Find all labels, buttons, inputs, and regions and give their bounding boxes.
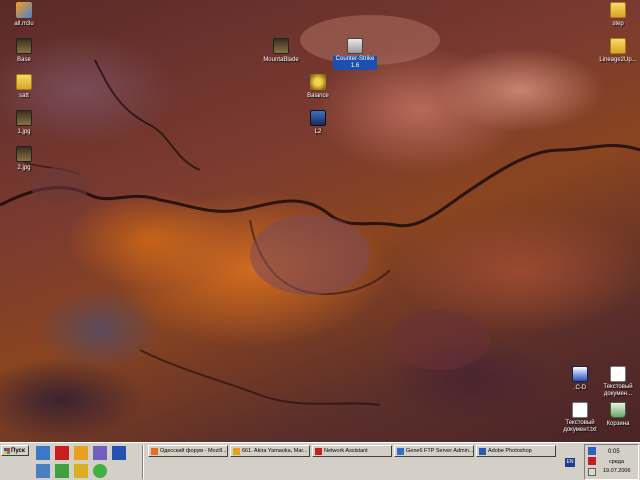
quick-launch-divider <box>142 445 144 479</box>
text-file-icon <box>572 402 588 418</box>
counter-strike-icon <box>347 38 363 54</box>
desktop-icon-label: Base <box>17 57 31 63</box>
image-icon <box>16 110 32 126</box>
desktop-icon-label: Counter-Strike 1.6 <box>333 56 377 70</box>
desktop-icon-balance[interactable]: Balance <box>294 74 342 100</box>
rust-cracks <box>0 15 640 406</box>
volume-tray-icon[interactable] <box>588 468 596 476</box>
desktop-wallpaper <box>0 0 640 442</box>
desktop-icon-label: Balance <box>307 93 329 99</box>
desktop-icon-2-jpg[interactable]: 2.jpg <box>0 146 48 172</box>
image-icon <box>16 146 32 162</box>
winamp-icon <box>233 447 240 455</box>
task-label: Adobe Photoshop <box>488 448 532 454</box>
task-button-gene6-ftp[interactable]: Gene6 FTP Server Admin... <box>394 445 474 457</box>
desktop-icon-all-m3u[interactable]: all.m3u <box>0 2 48 28</box>
desktop-icon-label: satt <box>19 93 29 99</box>
folder-icon <box>610 2 626 18</box>
desktop-icon-label: Lineage2Up... <box>599 57 637 63</box>
task-label: Network Assistant <box>324 448 368 454</box>
desktop-icon-label: all.m3u <box>14 21 34 27</box>
game-icon <box>273 38 289 54</box>
hand-icon[interactable] <box>55 464 69 478</box>
start-button[interactable]: Пуск <box>1 445 29 456</box>
desktop-icon-text-document-1[interactable]: Текстовый докумен... <box>594 366 640 398</box>
taskbar: Пуск Одесский форум - Mozill... 661. Aki… <box>0 442 640 480</box>
show-desktop-icon[interactable] <box>36 446 50 460</box>
desktop-icon-recycle-bin[interactable]: Корзина <box>594 402 640 428</box>
desktop-icon-label: 2.jpg <box>17 165 31 171</box>
task-button-winamp[interactable]: 661. Akira Yamaoka, Mar... <box>230 445 310 457</box>
shortcut-icon <box>572 366 588 382</box>
desktop-icon-label: Текстовый докумен... <box>603 384 633 397</box>
desktop-icon-label: MountaBlade <box>263 57 299 63</box>
network-tray-icon[interactable] <box>588 447 596 455</box>
clock-time[interactable]: 0:05 <box>608 449 620 455</box>
clock-day: среда <box>609 459 625 465</box>
users-icon[interactable] <box>74 464 88 478</box>
folder-icon <box>16 74 32 90</box>
desktop-icon-mountablade[interactable]: MountaBlade <box>257 38 305 64</box>
task-label: Одесский форум - Mozill... <box>160 448 227 454</box>
balance-icon <box>310 74 326 90</box>
desktop-icon-1-jpg[interactable]: 1.jpg <box>0 110 48 136</box>
desktop-icon-base[interactable]: Base <box>0 38 48 64</box>
computer-icon[interactable] <box>36 464 50 478</box>
game-icon <box>16 38 32 54</box>
network-icon[interactable] <box>112 446 126 460</box>
text-file-icon <box>610 366 626 382</box>
playlist-icon <box>16 2 32 18</box>
desktop-icon-l2[interactable]: L2 <box>294 110 342 136</box>
ftp-server-icon <box>397 447 404 455</box>
task-button-photoshop[interactable]: Adobe Photoshop <box>476 445 556 457</box>
desktop-icon-step[interactable]: step <box>594 2 640 28</box>
icq-icon[interactable] <box>93 464 107 478</box>
winamp-icon[interactable] <box>93 446 107 460</box>
photoshop-icon <box>479 447 486 455</box>
desktop-icon-label: Корзина <box>606 421 630 427</box>
desktop-icon-label: .C-D <box>573 385 587 391</box>
windows-logo-icon <box>4 447 10 454</box>
network-assistant-icon <box>315 447 322 455</box>
task-label: Gene6 FTP Server Admin... <box>406 448 474 454</box>
desktop-icon-lineage2up[interactable]: Lineage2Up... <box>594 38 640 64</box>
lineage-icon <box>310 110 326 126</box>
task-button-mozilla[interactable]: Одесский форум - Mozill... <box>148 445 228 457</box>
desktop-icon-satt[interactable]: satt <box>0 74 48 100</box>
pencil-icon[interactable] <box>74 446 88 460</box>
desktop-icon-counter-strike[interactable]: Counter-Strike 1.6 <box>333 38 377 70</box>
clock-date: 19.07.2006 <box>603 468 631 474</box>
antivirus-tray-icon[interactable] <box>588 457 596 465</box>
start-label: Пуск <box>11 447 25 454</box>
desktop-icon-label: 1.jpg <box>17 129 31 135</box>
recycle-bin-icon <box>610 402 626 418</box>
firefox-icon <box>151 447 158 455</box>
task-button-network-assistant[interactable]: Network Assistant <box>312 445 392 457</box>
desktop-icon-label: step <box>612 21 624 27</box>
desktop-icon-label: L2 <box>314 129 322 135</box>
language-indicator[interactable]: EN <box>565 458 575 467</box>
task-label: 661. Akira Yamaoka, Mar... <box>242 448 308 454</box>
opera-icon[interactable] <box>55 446 69 460</box>
folder-icon <box>610 38 626 54</box>
